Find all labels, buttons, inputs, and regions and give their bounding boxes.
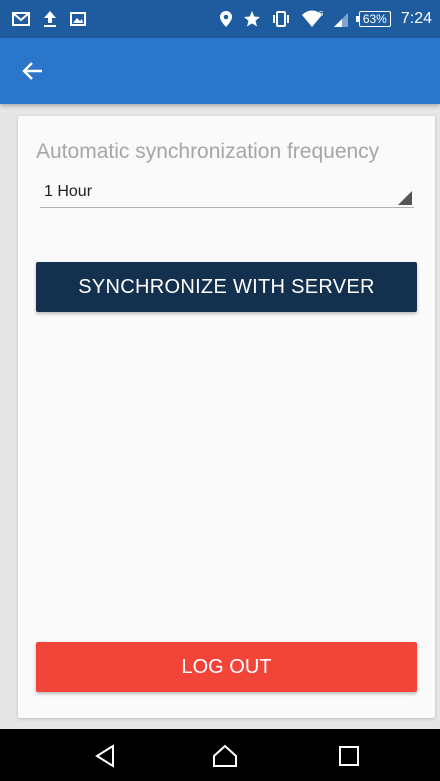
- battery-indicator: 63%: [355, 11, 391, 27]
- vibrate-icon: [271, 11, 291, 27]
- frequency-dropdown[interactable]: 1 Hour: [40, 178, 414, 208]
- recents-icon: [339, 746, 359, 766]
- frequency-label: Automatic synchronization frequency: [36, 140, 380, 163]
- logout-button[interactable]: LOG OUT: [36, 642, 417, 692]
- wifi-icon: R: [301, 10, 323, 28]
- dropdown-arrow-icon: [398, 191, 412, 205]
- system-nav-bar: [0, 729, 440, 781]
- signal-icon: [333, 10, 349, 28]
- settings-card: Automatic synchronization frequency 1 Ho…: [18, 116, 435, 718]
- star-icon: [243, 10, 261, 28]
- status-right-icons: R 63% 7:24: [219, 10, 432, 28]
- back-button[interactable]: [22, 51, 62, 91]
- status-left-icons: [12, 10, 86, 28]
- svg-text:R: R: [319, 11, 323, 18]
- nav-back-button[interactable]: [92, 743, 118, 769]
- back-triangle-icon: [95, 744, 114, 768]
- image-icon: [70, 11, 86, 27]
- status-time: 7:24: [400, 10, 432, 27]
- arrow-left-icon: [22, 62, 42, 80]
- frequency-selected-value: 1 Hour: [44, 183, 93, 200]
- home-icon: [213, 744, 237, 767]
- upload-icon: [42, 10, 58, 28]
- app-bar: [0, 38, 440, 104]
- nav-recents-button[interactable]: [336, 743, 362, 769]
- gmail-icon: [12, 11, 30, 27]
- nav-home-button[interactable]: [212, 743, 238, 769]
- status-bar: R 63% 7:24: [0, 0, 440, 38]
- synchronize-button[interactable]: SYNCHRONIZE WITH SERVER: [36, 262, 417, 312]
- location-icon: [219, 10, 233, 28]
